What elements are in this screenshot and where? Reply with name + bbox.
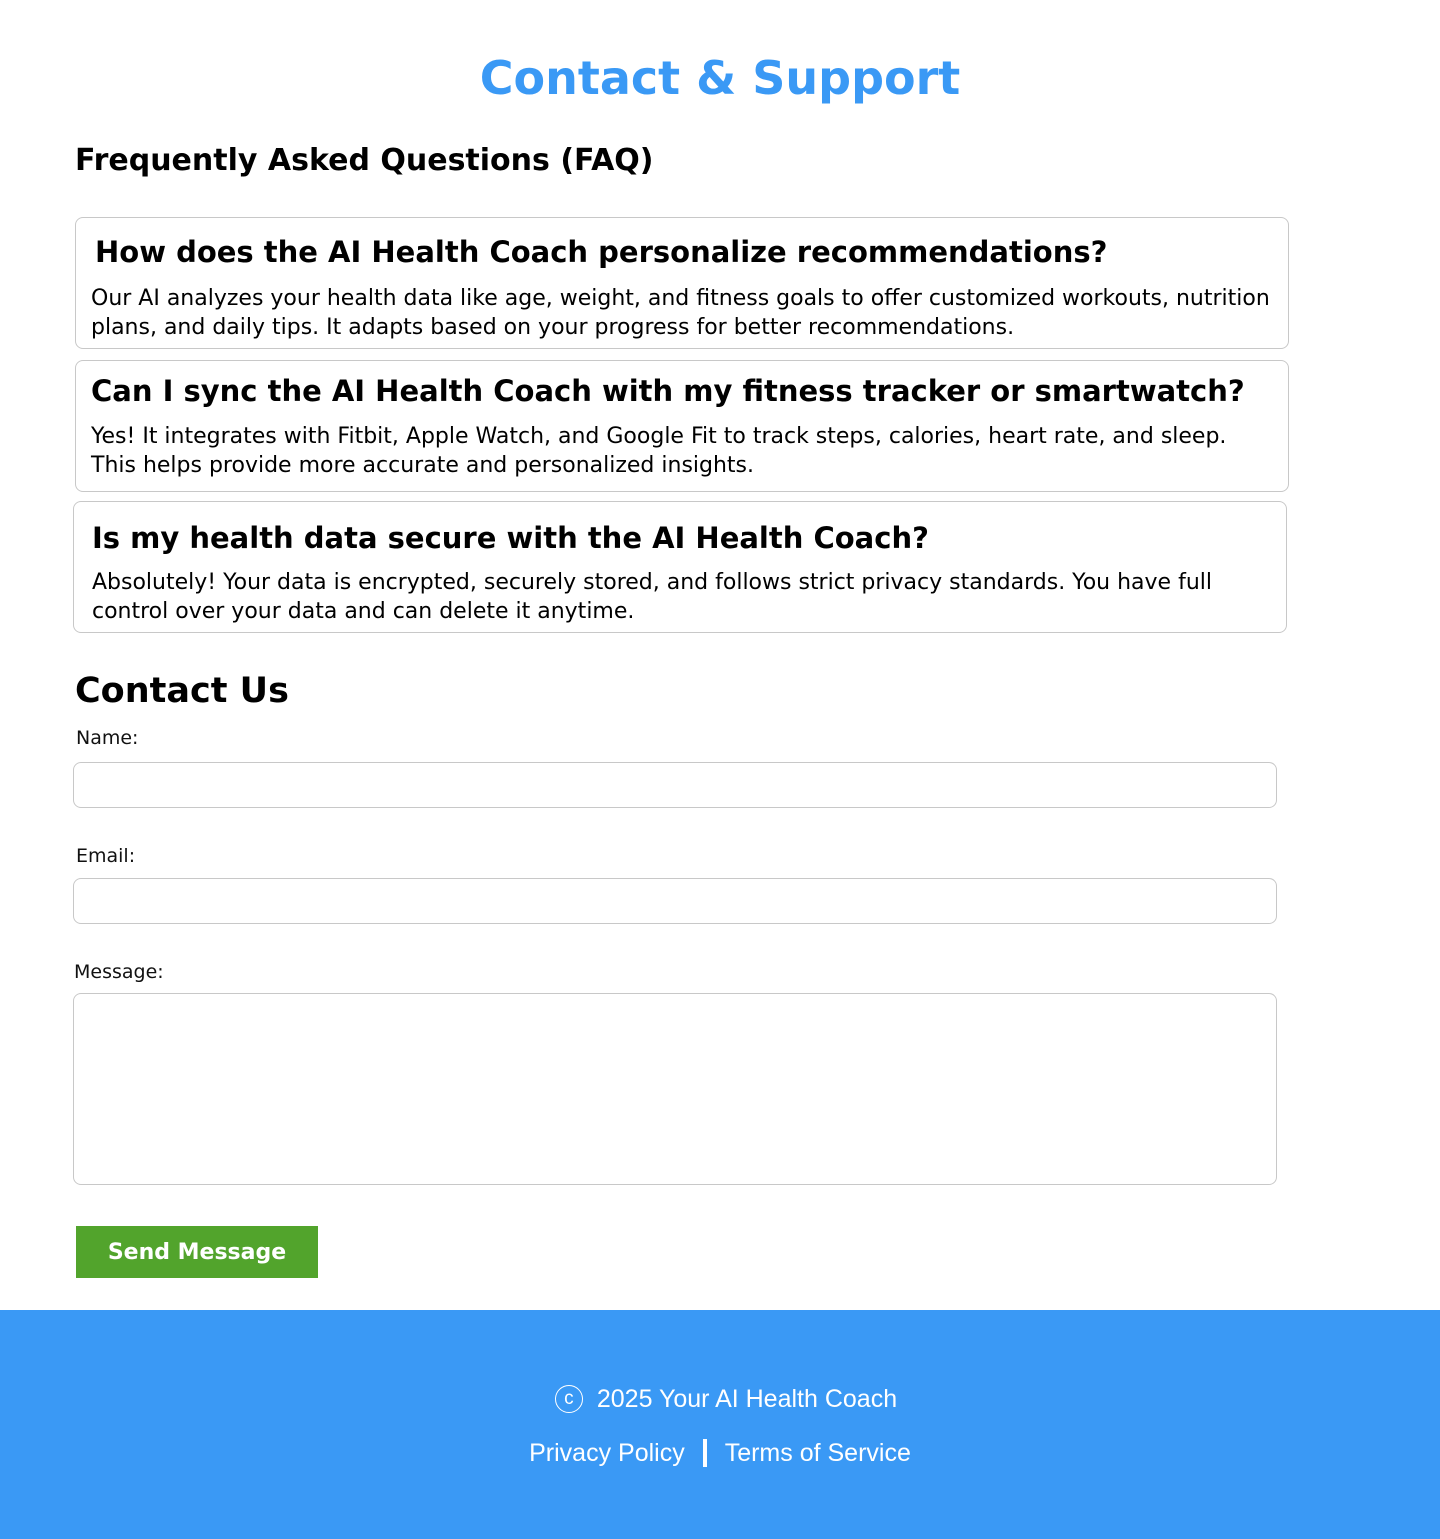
faq-heading: Frequently Asked Questions (FAQ) [75, 143, 654, 178]
link-divider [702, 1439, 707, 1467]
faq-question: How does the AI Health Coach personalize… [95, 235, 1108, 269]
name-input[interactable] [73, 762, 1277, 808]
faq-question: Is my health data secure with the AI Hea… [92, 521, 929, 555]
faq-answer: Absolutely! Your data is encrypted, secu… [92, 570, 1212, 624]
message-label: Message: [74, 961, 164, 983]
contact-heading: Contact Us [75, 671, 289, 711]
footer-links: Privacy Policy Terms of Service [0, 1437, 1440, 1469]
privacy-policy-link[interactable]: Privacy Policy [529, 1437, 685, 1469]
faq-item: Can I sync the AI Health Coach with my f… [75, 360, 1289, 492]
message-textarea[interactable] [73, 993, 1277, 1185]
copyright-icon: c [554, 1385, 583, 1413]
faq-answer: Our AI analyzes your health data like ag… [91, 286, 1270, 340]
terms-of-service-link[interactable]: Terms of Service [725, 1437, 911, 1469]
name-label: Name: [76, 727, 139, 749]
main-content: Contact & Support Frequently Asked Quest… [0, 0, 1440, 1310]
faq-item: Is my health data secure with the AI Hea… [73, 501, 1287, 633]
copyright-text: 2025 Your AI Health Coach [596, 1385, 898, 1413]
send-message-button[interactable]: Send Message [76, 1226, 318, 1278]
page-title: Contact & Support [479, 51, 961, 105]
footer: c 2025 Your AI Health Coach [0, 1310, 1440, 1539]
faq-answer: Yes! It integrates with Fitbit, Apple Wa… [91, 424, 1227, 478]
email-input[interactable] [73, 878, 1277, 924]
email-label: Email: [76, 845, 136, 867]
faq-question: Can I sync the AI Health Coach with my f… [91, 374, 1245, 408]
copyright-line: c 2025 Your AI Health Coach [0, 1383, 1440, 1415]
faq-item: How does the AI Health Coach personalize… [75, 217, 1289, 349]
